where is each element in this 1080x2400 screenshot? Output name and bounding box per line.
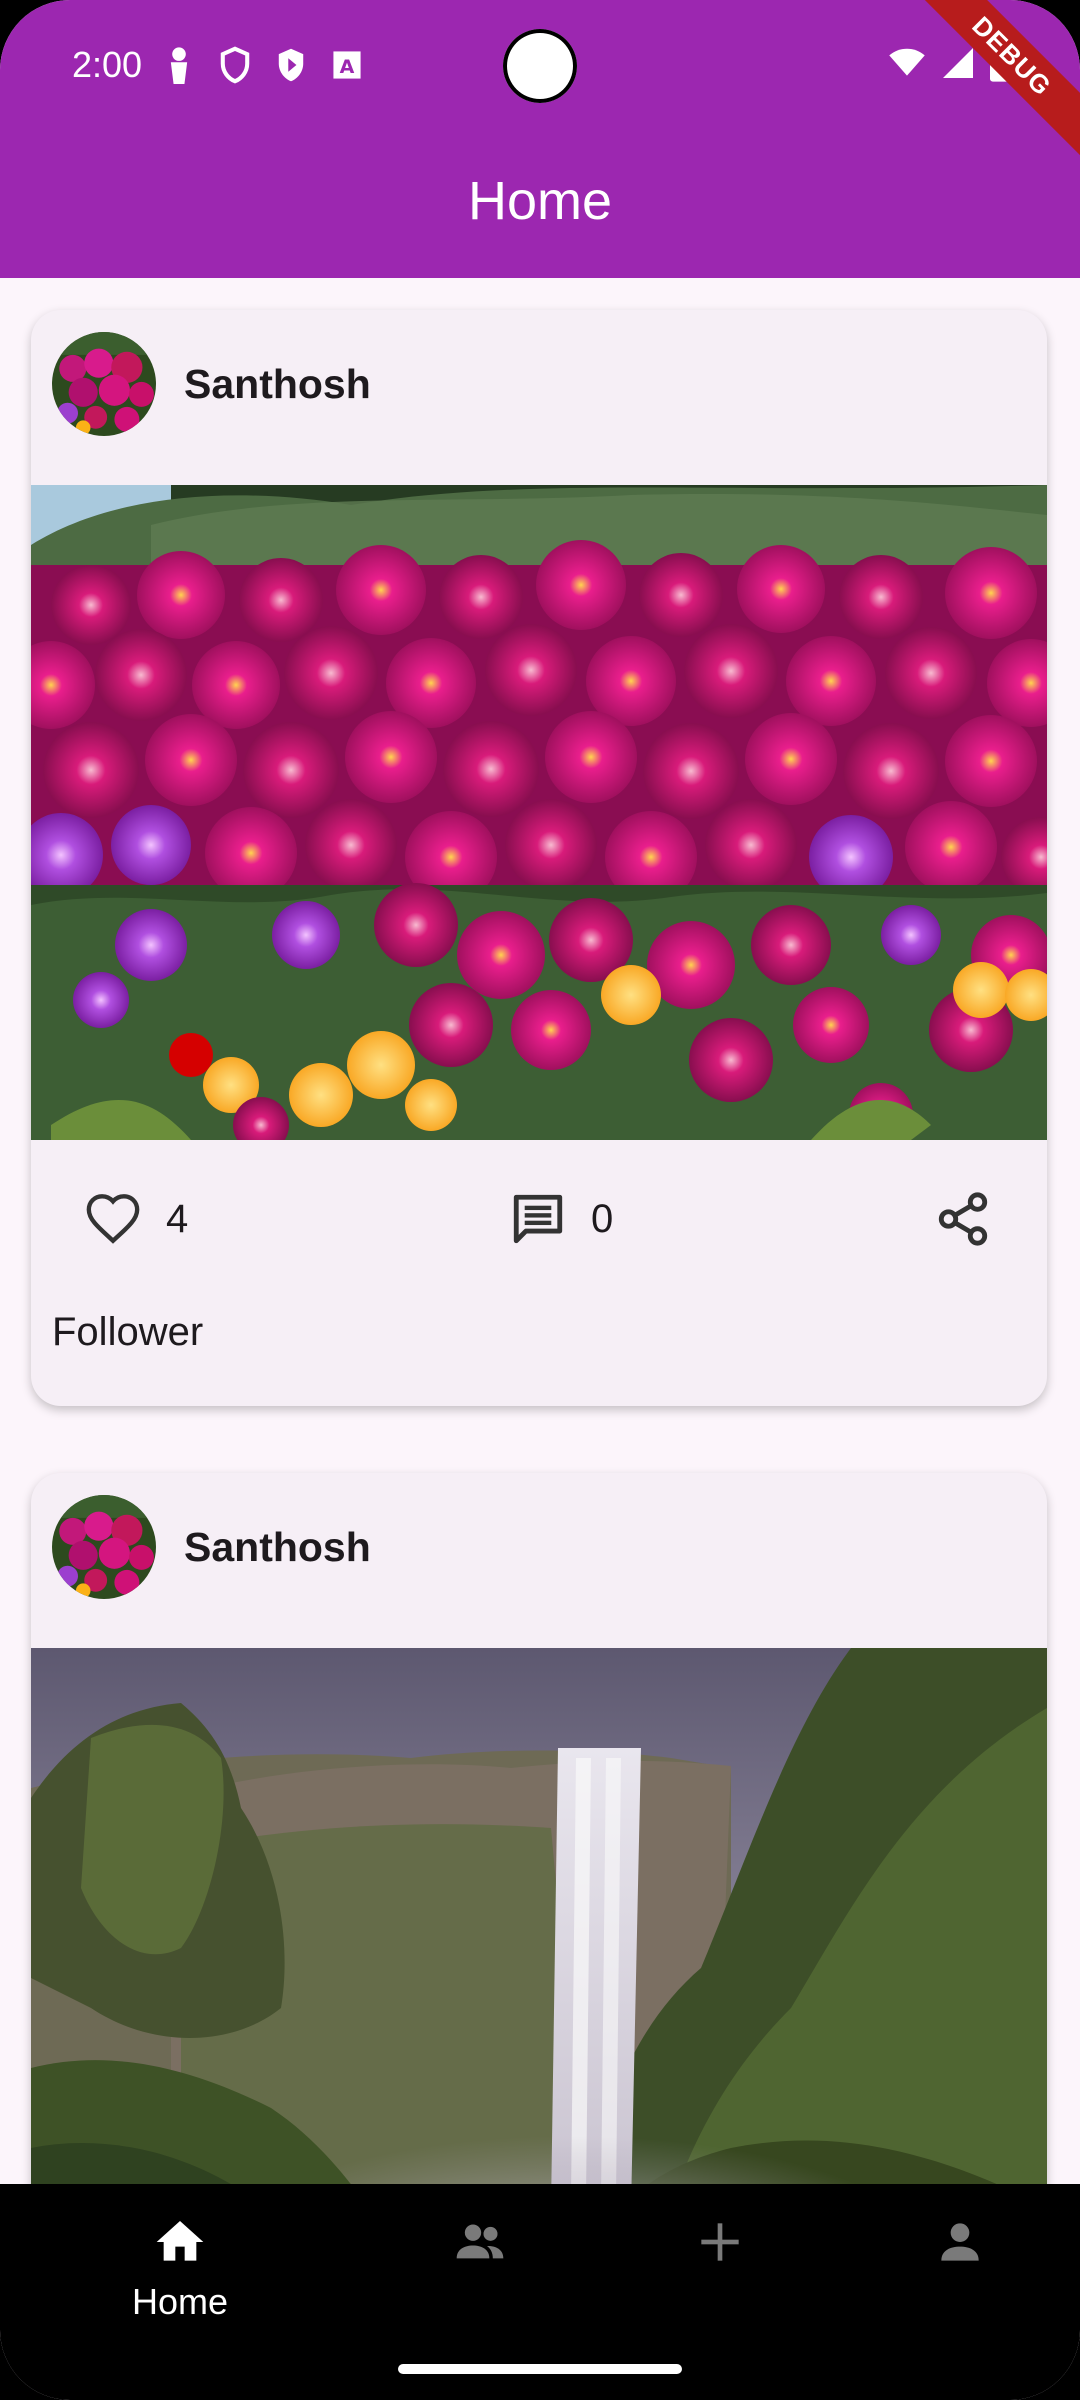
nav-home[interactable]: Home — [80, 2214, 280, 2323]
waterfall-photo — [31, 1648, 1047, 2184]
notification-icons: A — [162, 46, 364, 84]
avatar-image — [52, 332, 156, 436]
shield-play-icon — [278, 48, 304, 82]
status-time: 2:00 — [72, 44, 143, 85]
home-indicator[interactable] — [398, 2364, 682, 2374]
heart-outline-icon — [86, 1194, 140, 1244]
post-header: Santhosh — [31, 1473, 1047, 1648]
camera-cutout — [503, 29, 577, 103]
shield-outline-icon — [220, 46, 250, 84]
page-title: Home — [467, 171, 613, 231]
person-notification-icon — [170, 47, 188, 84]
post-username[interactable]: Santhosh — [184, 1524, 371, 1571]
avatar-image — [52, 1495, 156, 1599]
phone-screen: 2:00 A DEBUG Home Santhosh 4 0 Follower … — [0, 0, 1080, 2400]
post-username[interactable]: Santhosh — [184, 361, 371, 408]
like-count: 4 — [166, 1196, 189, 1241]
share-button[interactable] — [934, 1190, 992, 1248]
post-image[interactable] — [31, 485, 1047, 1140]
post-card: Santhosh — [31, 310, 1047, 1406]
wifi-icon — [889, 48, 925, 76]
nav-home-label: Home — [131, 2281, 229, 2322]
nav-profile[interactable] — [860, 2214, 1060, 2275]
nav-add-post[interactable] — [620, 2214, 820, 2275]
share-icon — [938, 1192, 988, 1246]
person-icon — [941, 2223, 979, 2261]
add-icon — [701, 2223, 739, 2261]
font-a-icon: A — [333, 51, 361, 79]
home-icon — [156, 2221, 204, 2261]
avatar[interactable] — [52, 332, 156, 436]
post-image[interactable] — [31, 1648, 1047, 2184]
post-header: Santhosh — [31, 310, 1047, 485]
post-feed[interactable]: Santhosh 4 0 Follower Santhosh — [0, 278, 1080, 2184]
comment-button[interactable]: 0 — [509, 1190, 613, 1248]
people-icon — [456, 2224, 504, 2259]
comment-count: 0 — [591, 1196, 614, 1241]
post-actions: 4 0 — [31, 1140, 1047, 1310]
like-button[interactable]: 4 — [84, 1190, 188, 1248]
nav-friends[interactable] — [380, 2214, 580, 2275]
status-bar: 2:00 A DEBUG — [0, 0, 1080, 164]
post-card: Santhosh — [31, 1473, 1047, 2184]
comment-icon — [513, 1194, 563, 1244]
app-bar: 2:00 A DEBUG Home — [0, 0, 1080, 278]
post-caption: Follower — [52, 1310, 204, 1354]
svg-text:A: A — [340, 56, 355, 78]
avatar[interactable] — [52, 1495, 156, 1599]
flowers-photo — [31, 485, 1047, 1140]
signal-icon — [943, 48, 973, 78]
